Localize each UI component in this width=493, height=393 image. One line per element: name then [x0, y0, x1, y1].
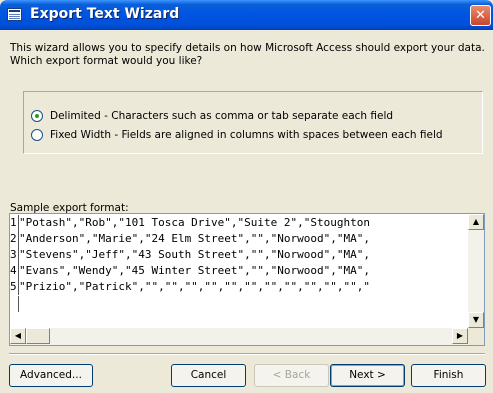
- sample-line: 1 "Potash","Rob","101 Tosca Drive","Suite…: [10, 215, 468, 231]
- scroll-left-button[interactable]: ◀: [10, 328, 26, 344]
- line-marker: [10, 296, 19, 312]
- arrow-left-icon: ◀: [14, 331, 22, 340]
- window-title: Export Text Wizard: [30, 6, 180, 22]
- scroll-down-button[interactable]: ▼: [468, 312, 484, 328]
- fixed-width-radio[interactable]: [31, 129, 43, 141]
- line-number: 4: [10, 263, 19, 279]
- horizontal-scrollbar[interactable]: ◀ ▶: [10, 328, 468, 345]
- sample-lines: 1 "Potash","Rob","101 Tosca Drive","Suite…: [10, 214, 468, 328]
- next-button[interactable]: Next >: [330, 364, 405, 387]
- back-button[interactable]: < Back: [254, 364, 329, 387]
- close-button[interactable]: ✕: [470, 5, 491, 26]
- scrollbar-corner: [468, 328, 484, 345]
- wizard-window-icon: [7, 8, 22, 21]
- line-text: "Potash","Rob","101 Tosca Drive","Suite …: [19, 216, 370, 229]
- title-bar[interactable]: Export Text Wizard ✕: [0, 0, 493, 30]
- arrow-up-icon: ▲: [472, 217, 480, 226]
- line-text: "Anderson","Marie","24 Elm Street","","N…: [19, 232, 370, 245]
- sample-line: 3 "Stevens","Jeff","43 South Street","","…: [10, 247, 468, 263]
- line-text: "Prizio","Patrick","","","","","","","",…: [19, 280, 370, 293]
- line-number: 5: [10, 279, 19, 295]
- line-number: 2: [10, 231, 19, 247]
- line-number: 1: [10, 215, 19, 231]
- sample-preview[interactable]: 1 "Potash","Rob","101 Tosca Drive","Suite…: [9, 213, 485, 346]
- vertical-scrollbar[interactable]: ▲ ▼: [468, 214, 484, 328]
- scroll-right-button[interactable]: ▶: [452, 328, 468, 344]
- arrow-right-icon: ▶: [456, 331, 464, 340]
- sample-line: 5 "Prizio","Patrick","","","","","","",""…: [10, 279, 468, 295]
- line-text: "Stevens","Jeff","43 South Street","","N…: [19, 248, 370, 261]
- button-separator: [9, 353, 485, 355]
- line-text: "Evans","Wendy","45 Winter Street","","N…: [19, 264, 370, 277]
- arrow-down-icon: ▼: [472, 315, 480, 324]
- horizontal-scroll-thumb[interactable]: [26, 328, 50, 344]
- cancel-button[interactable]: Cancel: [171, 364, 246, 387]
- close-icon: ✕: [475, 8, 486, 23]
- delimited-label: Delimited - Characters such as comma or …: [50, 110, 394, 122]
- scroll-up-button[interactable]: ▲: [468, 214, 484, 230]
- delimited-option[interactable]: Delimited - Characters such as comma or …: [31, 109, 476, 123]
- intro-text: This wizard allows you to specify detail…: [10, 42, 485, 67]
- delimited-radio[interactable]: [31, 110, 43, 122]
- export-format-group: Delimited - Characters such as comma or …: [23, 91, 483, 154]
- line-number: 3: [10, 247, 19, 263]
- fixed-width-label: Fixed Width - Fields are aligned in colu…: [50, 129, 443, 141]
- sample-line: 4 "Evans","Wendy","45 Winter Street","","…: [10, 263, 468, 279]
- fixed-width-option[interactable]: Fixed Width - Fields are aligned in colu…: [31, 128, 476, 142]
- finish-button[interactable]: Finish: [411, 364, 486, 387]
- advanced-button[interactable]: Advanced...: [9, 364, 93, 387]
- sample-line: 2 "Anderson","Marie","24 Elm Street","","…: [10, 231, 468, 247]
